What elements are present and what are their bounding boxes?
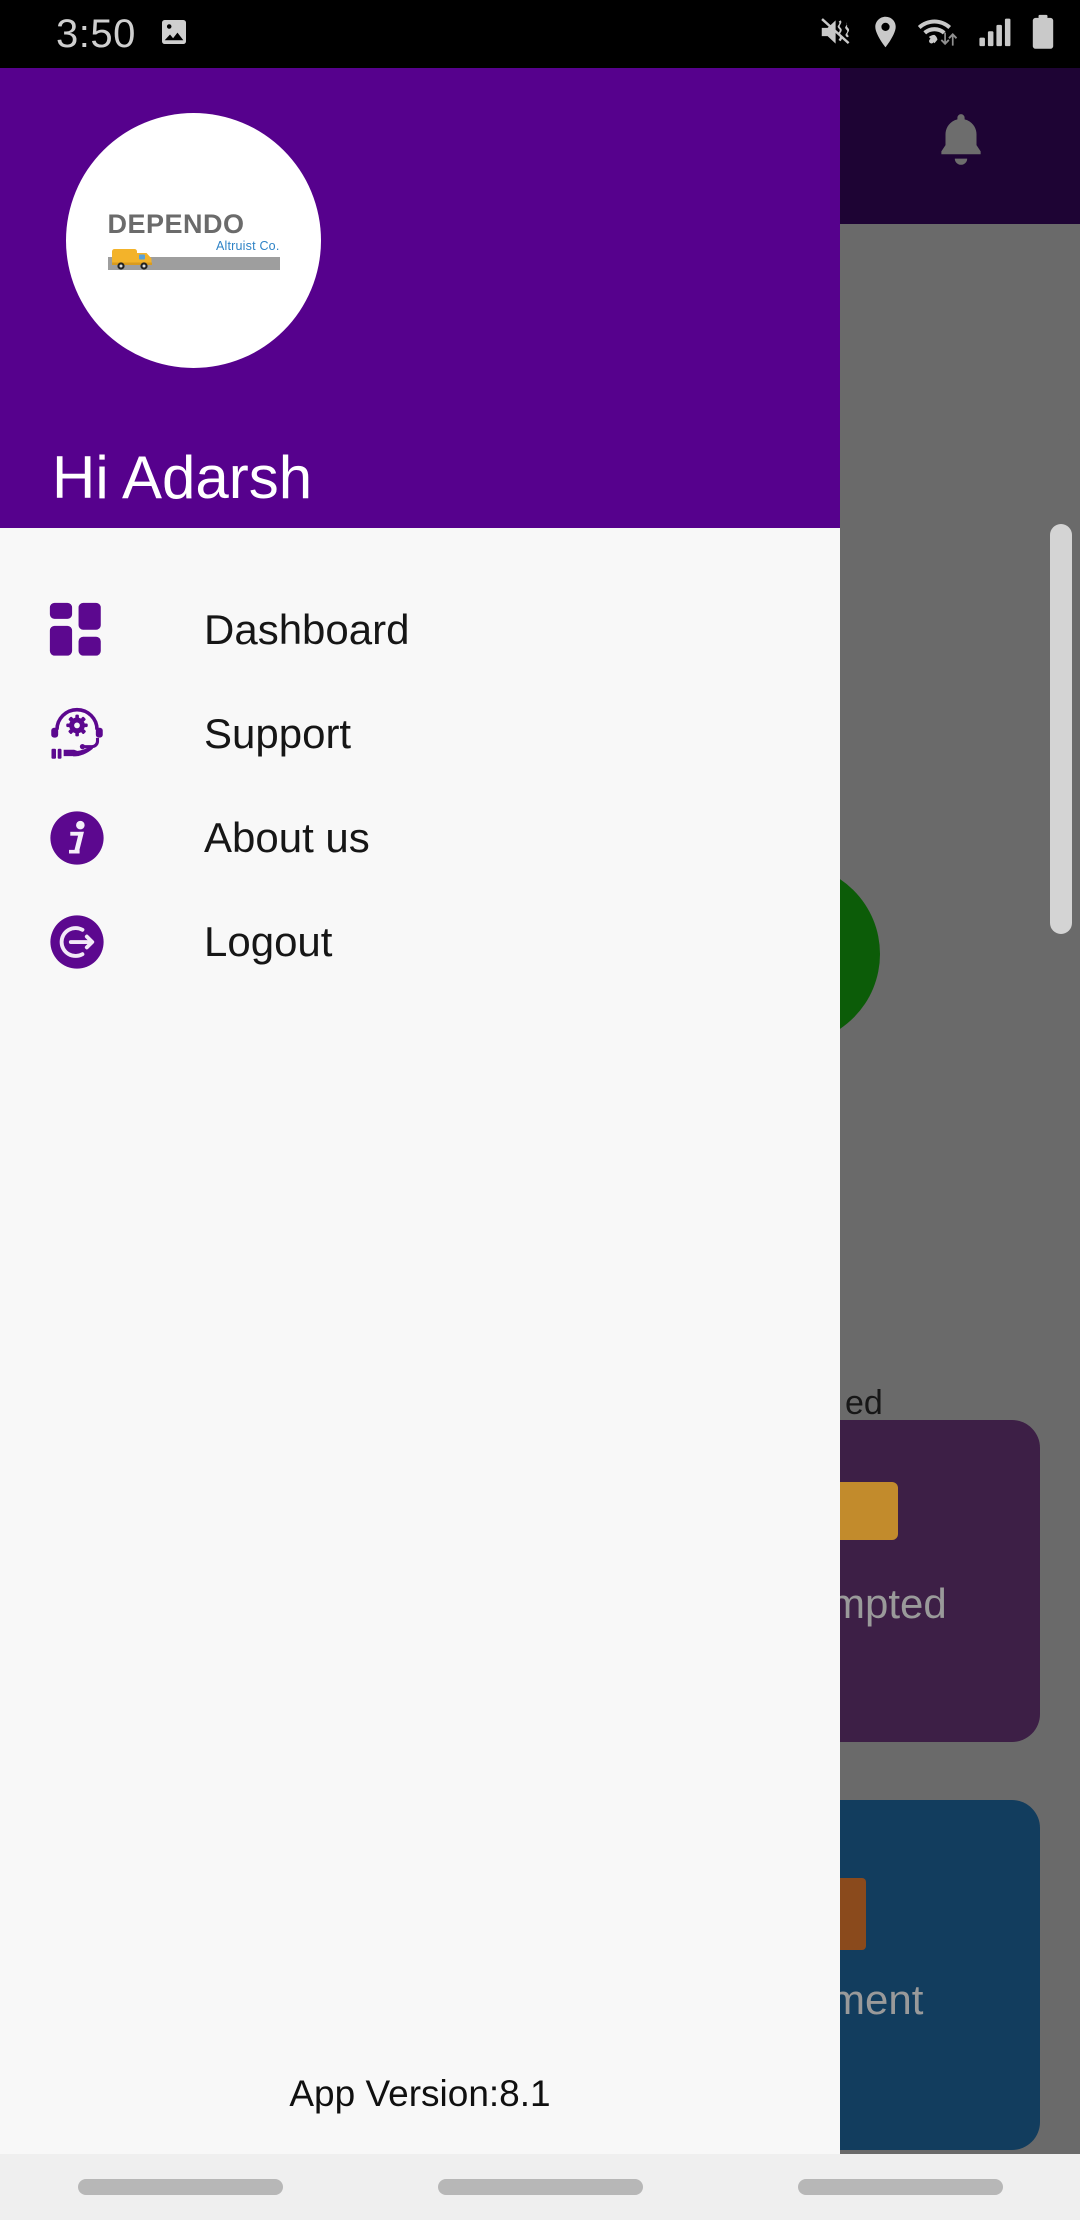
phone-screen: ed mpted ment DEPENDO Altruist Co. Hi Ad…	[0, 0, 1080, 2220]
info-circle-icon	[44, 805, 110, 871]
image-icon	[158, 16, 190, 53]
menu-item-dashboard[interactable]: Dashboard	[0, 578, 840, 682]
navigation-drawer[interactable]: DEPENDO Altruist Co. Hi Adarsh Dashboard…	[0, 68, 840, 2154]
delivery-truck-icon	[110, 246, 162, 277]
headset-support-icon	[44, 701, 110, 767]
background-partial-text: ed	[845, 1384, 883, 1422]
battery-icon	[1030, 14, 1056, 55]
background-card-label: ment	[830, 1976, 924, 2023]
scrollbar-thumb[interactable]	[1050, 524, 1072, 934]
menu-item-logout[interactable]: Logout	[0, 890, 840, 994]
status-bar-clock: 3:50	[56, 11, 136, 56]
background-card-label: mpted	[830, 1580, 947, 1627]
location-pin-icon	[872, 15, 899, 54]
drawer-menu-list: Dashboard Support About us Logout	[0, 528, 840, 2034]
status-bar-system-icons	[819, 14, 1056, 55]
wifi-icon	[916, 15, 960, 54]
menu-item-label: About us	[204, 814, 370, 861]
drawer-footer: App Version:8.1	[0, 2034, 840, 2154]
app-logo: DEPENDO Altruist Co.	[66, 113, 321, 368]
greeting-text: Hi Adarsh	[52, 444, 313, 511]
menu-item-label: Support	[204, 710, 352, 757]
recents-pill[interactable]	[77, 2179, 283, 2195]
cellular-signal-icon	[977, 15, 1013, 54]
mute-vibrate-icon	[819, 15, 855, 54]
drawer-header: DEPENDO Altruist Co. Hi Adarsh	[0, 68, 840, 528]
logo-inner: DEPENDO Altruist Co.	[107, 209, 280, 270]
back-pill[interactable]	[797, 2179, 1003, 2195]
system-navigation-bar[interactable]	[0, 2154, 1080, 2220]
bell-icon[interactable]	[930, 106, 992, 179]
status-bar: 3:50	[0, 0, 1080, 68]
status-bar-notification-icons	[158, 16, 190, 53]
logout-arrow-icon	[44, 909, 110, 975]
menu-item-label: Logout	[204, 918, 333, 965]
logo-wordmark: DEPENDO	[107, 209, 245, 240]
app-version-text: App Version:8.1	[289, 2073, 551, 2114]
menu-item-support[interactable]: Support	[0, 682, 840, 786]
menu-item-about-us[interactable]: About us	[0, 786, 840, 890]
menu-item-label: Dashboard	[204, 606, 410, 653]
home-pill[interactable]	[437, 2179, 643, 2195]
dashboard-grid-icon	[44, 597, 110, 663]
